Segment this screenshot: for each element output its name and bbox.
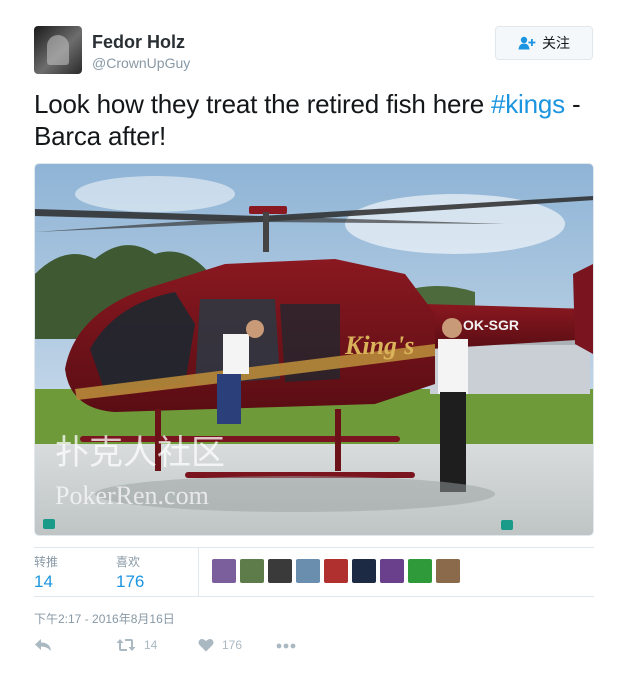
watermark-en: PokerRen.com [55,481,209,510]
registration-text: OK-SGR [463,317,519,333]
liker-avatar[interactable] [268,559,292,583]
reply-icon [35,639,51,651]
liker-avatars [212,559,460,583]
tweet-text-before: Look how they treat the retired fish her… [34,89,491,119]
liker-avatar[interactable] [408,559,432,583]
tweet-stats: 转推 14 喜欢 176 [34,547,594,597]
follow-button[interactable]: 关注 [495,26,593,60]
retweet-stat[interactable]: 转推 14 [34,553,58,592]
retweet-icon [116,639,136,651]
liker-avatar[interactable] [296,559,320,583]
retweet-button[interactable]: 14 [116,638,157,652]
author-handle[interactable]: @CrownUpGuy [92,55,190,71]
liker-avatar[interactable] [324,559,348,583]
follow-label: 关注 [542,35,570,51]
retweet-count: 14 [144,638,158,652]
tweet-photo[interactable]: OK-SGR King's 扑克人社区 PokerRen.com [34,163,594,536]
tweet-text: Look how they treat the retired fish her… [34,88,604,152]
liker-avatar[interactable] [352,559,376,583]
author-name[interactable]: Fedor Holz [92,32,185,53]
hashtag-link[interactable]: #kings [491,89,565,119]
like-stat[interactable]: 喜欢 176 [116,553,144,592]
liker-avatar[interactable] [436,559,460,583]
heart-icon [198,639,214,652]
likes-label: 喜欢 [116,555,141,569]
retweets-label: 转推 [34,555,59,569]
more-button[interactable] [276,643,296,649]
retweets-value: 14 [34,572,53,591]
watermark-cn: 扑克人社区 [55,434,225,472]
author-avatar[interactable] [34,26,82,74]
liker-avatar[interactable] [240,559,264,583]
add-user-icon [518,36,536,50]
like-button[interactable]: 176 [198,638,242,652]
more-icon [276,643,296,649]
avatar-figure [47,35,69,65]
tweet-actions: 14 176 [34,638,334,660]
liker-avatar[interactable] [380,559,404,583]
helicopter-photo: OK-SGR King's 扑克人社区 PokerRen.com [35,164,593,535]
liker-avatar[interactable] [212,559,236,583]
like-count: 176 [222,638,243,652]
tweet-timestamp[interactable]: 下午2:17 - 2016年8月16日 [34,610,175,627]
painted-text: King's [344,331,414,360]
stats-divider [198,548,199,596]
likes-value: 176 [116,572,145,591]
reply-button[interactable] [34,638,52,652]
